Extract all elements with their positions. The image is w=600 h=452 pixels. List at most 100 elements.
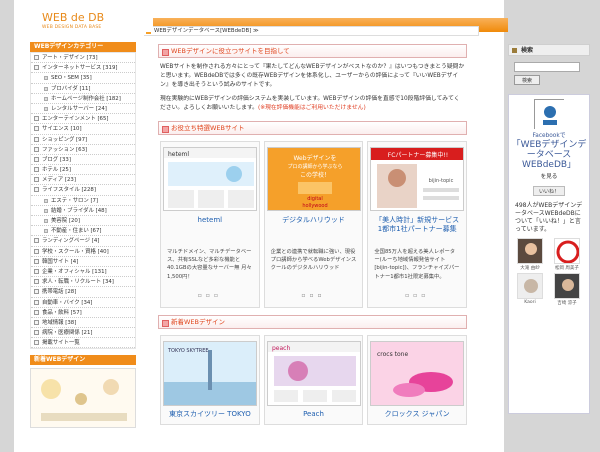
new-design-image[interactable]: TOKYO SKYTREE bbox=[162, 341, 257, 406]
bullet-icon bbox=[34, 116, 39, 122]
category-item[interactable]: 食品・飲料 [57] bbox=[31, 308, 135, 318]
category-item[interactable]: インターネットサービス [319] bbox=[31, 63, 135, 74]
bullet-icon bbox=[34, 167, 39, 173]
bullet-icon bbox=[34, 289, 39, 295]
like-button[interactable]: いいね！ bbox=[533, 186, 565, 196]
category-item[interactable]: 掲載サイト一覧 bbox=[31, 338, 135, 349]
category-item[interactable]: ホテル [25] bbox=[31, 165, 135, 176]
fan-avatar[interactable]: 大滝 由紗 bbox=[517, 238, 543, 271]
subcategory-item[interactable]: エステ・サロン [7] bbox=[31, 196, 135, 206]
bullet-icon bbox=[34, 258, 39, 264]
new-design-thumbnail[interactable] bbox=[30, 368, 136, 429]
new-design-card[interactable]: TOKYO SKYTREE 東京スカイツリー TOKYO bbox=[160, 335, 260, 425]
breadcrumb[interactable]: WEBデザインデータベース[WEBdeDB] ≫ bbox=[144, 26, 479, 36]
search-input[interactable] bbox=[514, 62, 580, 72]
category-item[interactable]: 韓国サイト [4] bbox=[31, 257, 135, 267]
featured-card[interactable]: Webデザインを プロの講師から学ぶなら この学校！ digital holly… bbox=[263, 141, 364, 308]
svg-text:FCパートナー募集中!!: FCパートナー募集中!! bbox=[388, 151, 448, 159]
bullet-icon bbox=[34, 55, 39, 60]
site-logo[interactable]: WEB de DB WEB DESIGN DATA BASE bbox=[28, 0, 153, 32]
featured-heading: お役立ち特選WEBサイト bbox=[158, 121, 467, 135]
svg-text:Webデザインを: Webデザインを bbox=[293, 154, 336, 162]
bullet-icon bbox=[34, 248, 39, 254]
new-design-title[interactable]: 東京スカイツリー TOKYO bbox=[161, 410, 259, 419]
featured-card-title[interactable]: デジタルハリウッド bbox=[265, 216, 363, 244]
svg-text:digital: digital bbox=[307, 196, 323, 202]
fan-avatar[interactable]: 松岡 周美子 bbox=[553, 238, 580, 271]
intro-heading: WEBデザインに役立つサイトを目指して bbox=[158, 44, 467, 58]
bullet-icon bbox=[34, 136, 39, 142]
new-design-image[interactable]: crocs tone bbox=[370, 341, 465, 406]
category-item[interactable]: ブログ [33] bbox=[31, 155, 135, 166]
category-item[interactable]: サイエンス [10] bbox=[31, 124, 135, 135]
new-design-image[interactable]: peach bbox=[266, 341, 361, 406]
new-design-card[interactable]: crocs tone クロックス ジャパン bbox=[367, 335, 468, 425]
subcategory-item[interactable]: ブロバイダ [11] bbox=[31, 84, 135, 94]
subcategory-item[interactable]: SEO・SEM [35] bbox=[31, 73, 135, 84]
subcategory-item[interactable]: 不動産・住まい [67] bbox=[31, 226, 135, 237]
card-action-icons[interactable]: ▫▫▫ bbox=[265, 292, 363, 299]
avatar bbox=[553, 238, 580, 264]
bullet-icon bbox=[34, 268, 39, 274]
new-design-title[interactable]: Peach bbox=[265, 410, 363, 419]
category-item[interactable]: ライフスタイル [228] bbox=[31, 185, 135, 196]
svg-text:プロの講師から学ぶなら: プロの講師から学ぶなら bbox=[287, 163, 342, 170]
like-count-text: 498人がWEBデザインデータベースWEBdeDBについて「いいね！」と言ってい… bbox=[515, 202, 583, 233]
bullet-icon bbox=[34, 238, 39, 244]
featured-card-image[interactable]: heteml bbox=[162, 147, 257, 211]
facebook-widget: Facebookで 「WEBデザインデータベースWEBdeDB」 を見る いいね… bbox=[508, 94, 590, 414]
category-item[interactable]: 自動車・バイク [34] bbox=[31, 298, 135, 308]
svg-text:hollywood: hollywood bbox=[302, 203, 327, 209]
category-item[interactable]: 地域情報 [38] bbox=[31, 318, 135, 329]
svg-text:heteml: heteml bbox=[168, 151, 189, 158]
category-item[interactable]: メディア [23] bbox=[31, 175, 135, 186]
category-item[interactable]: ショッピング [97] bbox=[31, 135, 135, 145]
featured-card-image[interactable]: Webデザインを プロの講師から学ぶなら この学校！ digital holly… bbox=[266, 147, 361, 211]
subcategory-item[interactable]: 結婚・ブライダル [48] bbox=[31, 206, 135, 216]
subcategory-item[interactable]: レンタルサーバー [24] bbox=[31, 104, 135, 115]
svg-text:TOKYO SKYTREE: TOKYO SKYTREE bbox=[167, 348, 209, 354]
bullet-icon bbox=[44, 106, 48, 111]
bullet-icon bbox=[44, 219, 48, 223]
left-sidebar: WEBデザインカテゴリー アート・デザイン [73] インターネットサービス [3… bbox=[30, 42, 136, 429]
right-sidebar: 検索 検索 Facebookで 「WEBデザインデータベースWEBdeDB」 を… bbox=[508, 44, 590, 414]
fan-avatar[interactable]: 吉崎 涼子 bbox=[553, 273, 580, 306]
svg-text:peach: peach bbox=[272, 345, 290, 352]
card-action-icons[interactable]: ▫▫▫ bbox=[161, 292, 259, 299]
featured-card[interactable]: FCパートナー募集中!! bijin-topic 「美人時計」新規サービス1都市… bbox=[367, 141, 468, 308]
category-item[interactable]: ランディングページ [4] bbox=[31, 236, 135, 247]
featured-card[interactable]: heteml heteml マルチドメイン、マルチデータベース、共有SSLなど多… bbox=[160, 141, 260, 308]
search-heading: 検索 bbox=[508, 44, 590, 56]
bullet-icon bbox=[44, 86, 48, 91]
fb-intro: Facebookで bbox=[532, 133, 566, 139]
featured-card-desc: 全国85万人を超える美人レポーター(ルーち地域情報発信サイト[bijin-top… bbox=[374, 249, 460, 280]
category-item[interactable]: 学校・スクール・資格 [40] bbox=[31, 247, 135, 257]
category-item[interactable]: 求人・転職・リクルート [34] bbox=[31, 277, 135, 288]
fb-page-link[interactable]: 「WEBデザインデータベースWEBdeDB」 bbox=[509, 140, 589, 170]
fan-avatar[interactable]: Kaori bbox=[517, 273, 543, 305]
svg-text:この学校！: この学校！ bbox=[299, 171, 329, 179]
subcategory-item[interactable]: ホームページ制作会社 [182] bbox=[31, 94, 135, 104]
category-item[interactable]: ファッション [63] bbox=[31, 145, 135, 155]
featured-card-title[interactable]: 「美人時計」新規サービス1都市1社パートナー募集 bbox=[368, 216, 466, 244]
subcategory-item[interactable]: 美容院 [20] bbox=[31, 216, 135, 227]
avatar bbox=[553, 273, 580, 299]
intro-paragraph-2: 現在実験的にWEBデザインの評価システムを実装しています。WEBデザインの評価を… bbox=[160, 96, 460, 111]
category-item[interactable]: 企業・オフィシャル [131] bbox=[31, 267, 135, 278]
category-item[interactable]: 携帯電話 [28] bbox=[31, 287, 135, 298]
new-design-title[interactable]: クロックス ジャパン bbox=[368, 410, 466, 419]
intro-paragraph-1: WEBサイトを制作される方々にとって『果たしてどんなWEBデザインがベストなのか… bbox=[160, 64, 465, 88]
bullet-icon bbox=[34, 309, 39, 315]
category-item[interactable]: エンターテインメント [65] bbox=[31, 114, 135, 125]
fan-list: 大滝 由紗 松岡 周美子 Kaori 吉崎 涼子 bbox=[509, 236, 589, 306]
avatar bbox=[517, 273, 543, 299]
search-button[interactable]: 検索 bbox=[514, 75, 540, 85]
fanpage-logo[interactable] bbox=[534, 99, 565, 130]
featured-card-title[interactable]: heteml bbox=[161, 216, 259, 244]
new-design-card[interactable]: peach Peach bbox=[263, 335, 364, 425]
category-item[interactable]: アート・デザイン [73] bbox=[31, 53, 135, 64]
category-item[interactable]: 病院・医療関係 [21] bbox=[31, 328, 135, 339]
featured-card-image[interactable]: FCパートナー募集中!! bijin-topic bbox=[370, 147, 465, 211]
card-action-icons[interactable]: ▫▫▫ bbox=[368, 292, 466, 299]
svg-text:bijin-topic: bijin-topic bbox=[429, 178, 454, 184]
